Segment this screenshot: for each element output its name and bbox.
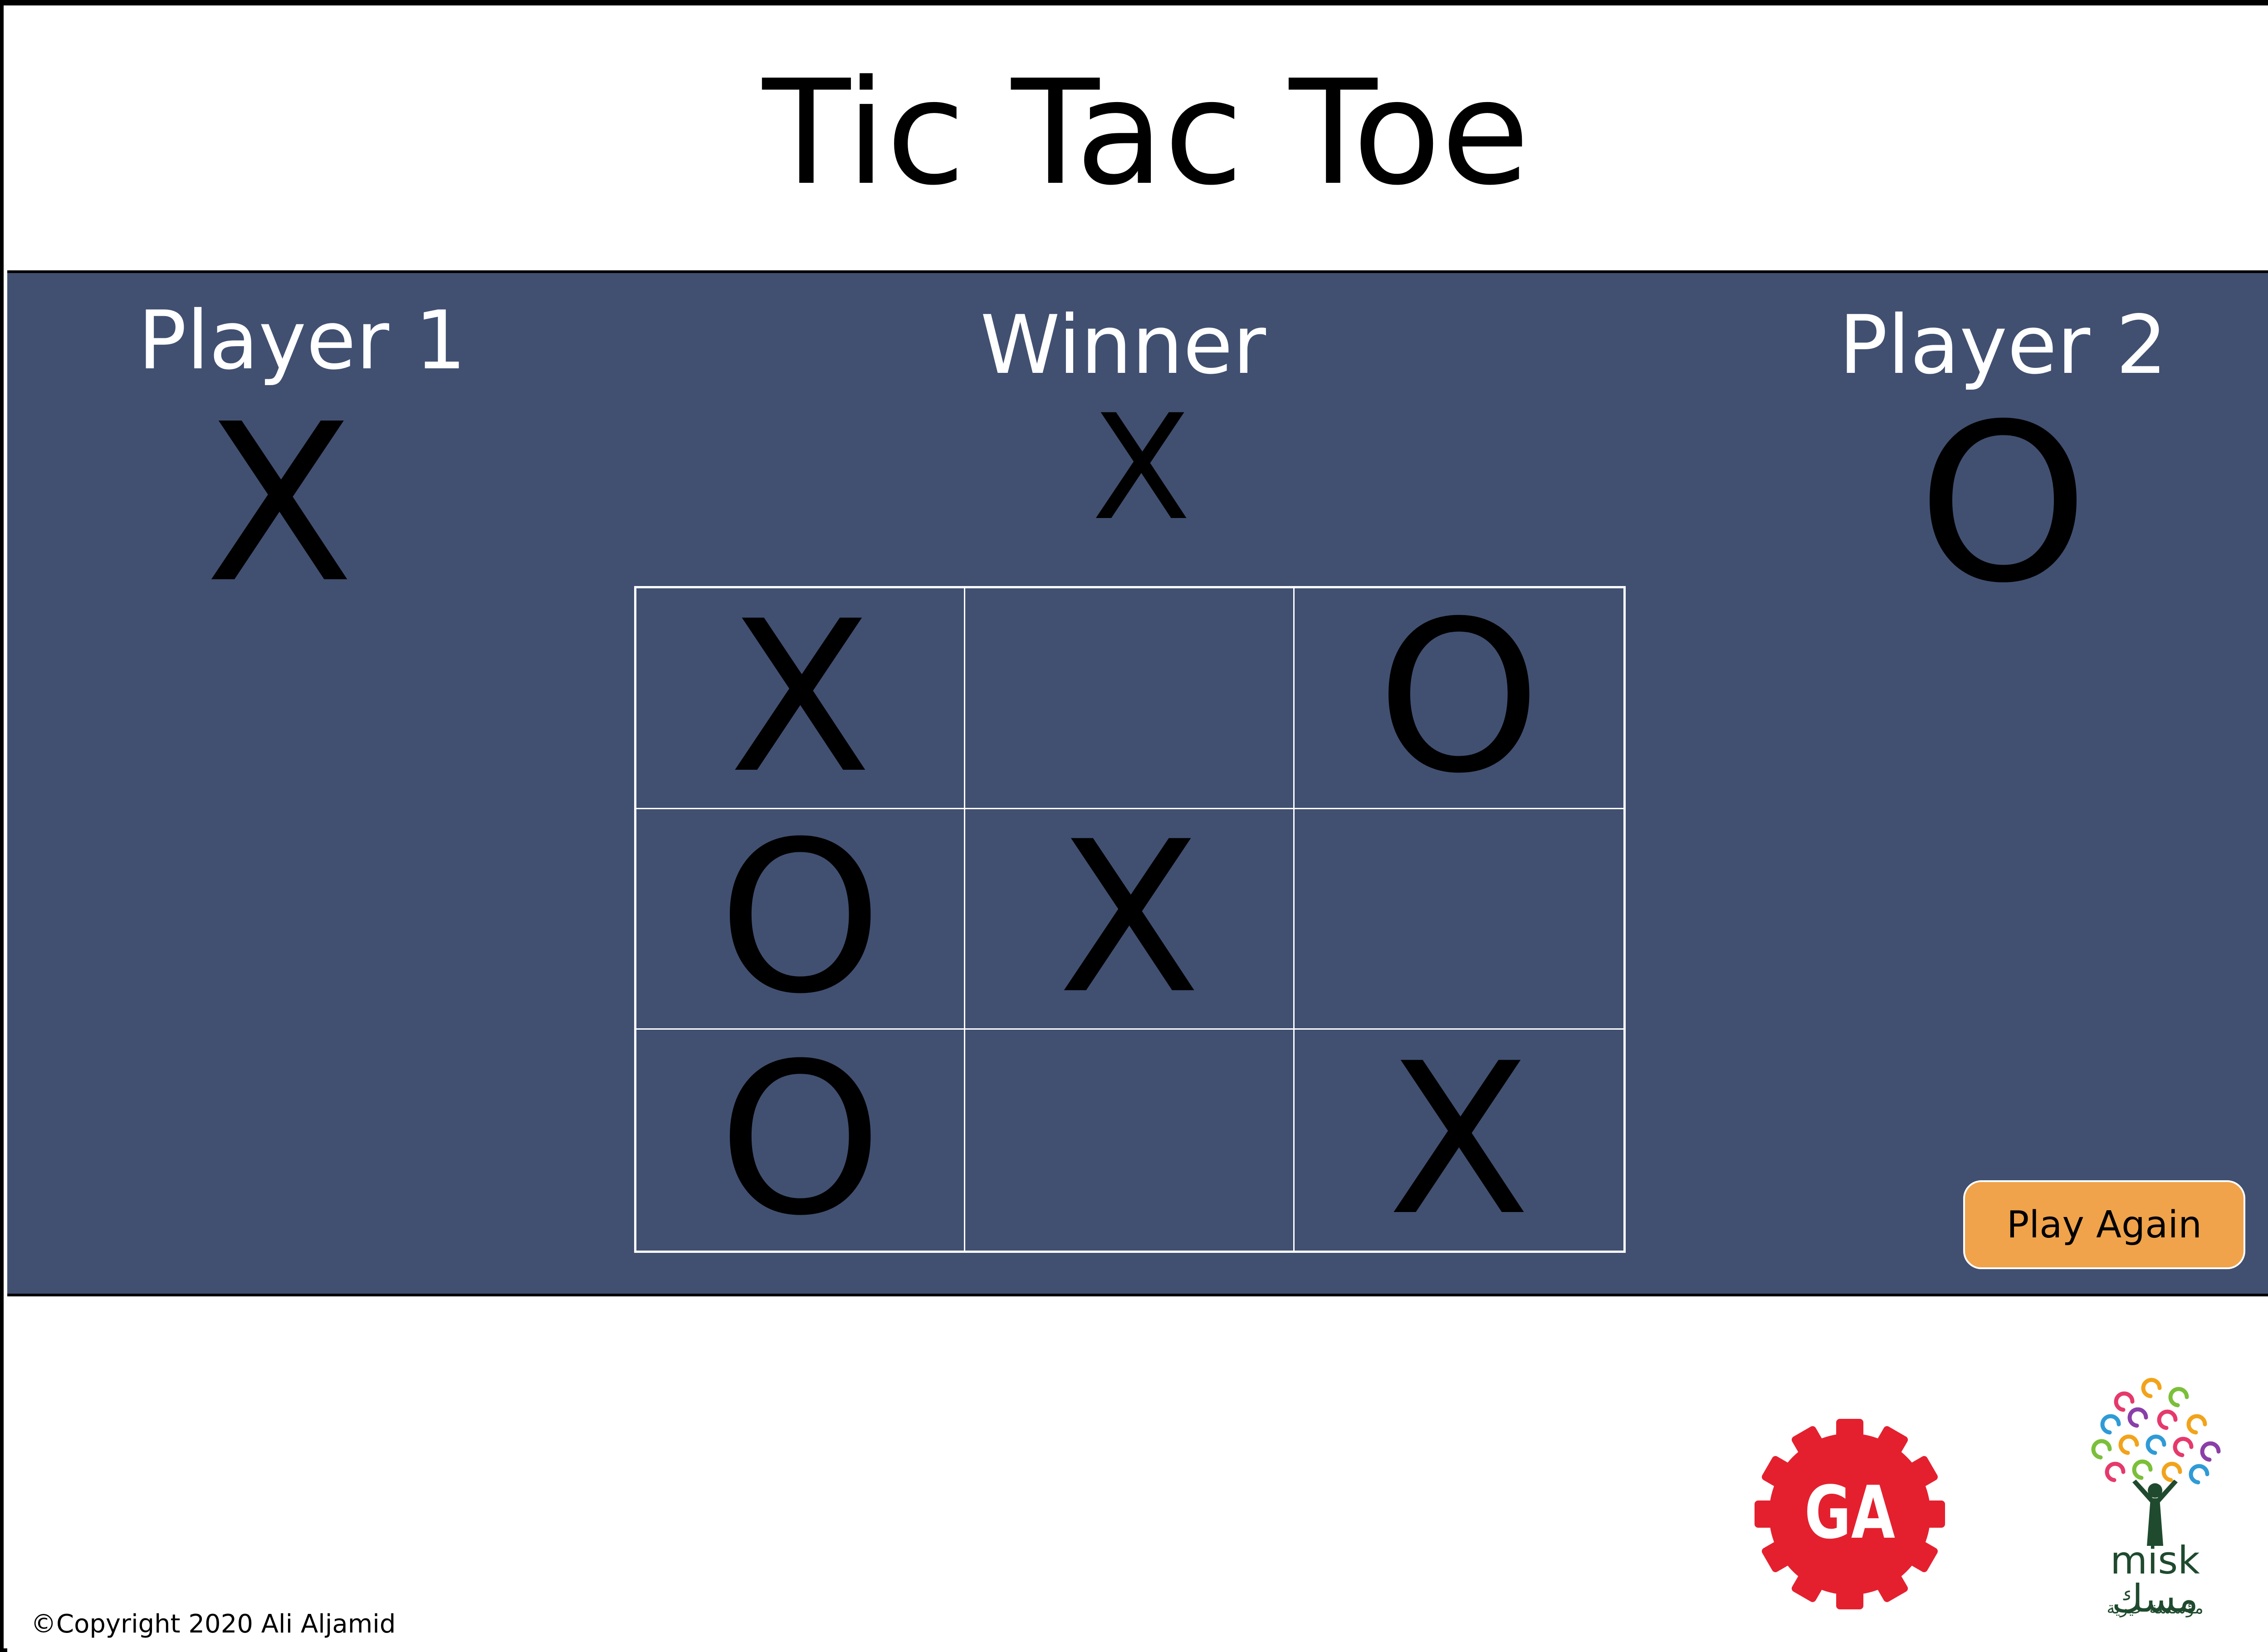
misk-logo: misk مسك مؤسسة خيرية [2064, 1373, 2246, 1628]
header: Tic Tac Toe [7, 11, 2268, 273]
board-cell-1-0[interactable]: O [636, 809, 966, 1030]
board-cell-2-2[interactable]: X [1295, 1030, 1623, 1251]
board-cell-2-0[interactable]: O [636, 1030, 966, 1251]
misk-logo-subtext: مؤسسة خيرية [2107, 1599, 2204, 1618]
board-cell-0-2[interactable]: O [1294, 588, 1623, 809]
misk-tree-icon [2091, 1378, 2221, 1546]
ga-logo-icon: GA [1755, 1419, 1945, 1609]
board-cell-0-1[interactable] [965, 588, 1295, 809]
footer: ©Copyright 2020 Ali Aljamid GA misk مسك … [7, 1294, 2268, 1652]
player2-mark: O [1917, 377, 2089, 631]
copyright-text: ©Copyright 2020 Ali Aljamid [31, 1609, 396, 1639]
winner-mark: X [1091, 384, 1191, 552]
board-cell-0-0[interactable]: X [636, 588, 966, 809]
winner-label: Winner [980, 298, 1266, 392]
player1-label: Player 1 [138, 293, 466, 387]
player2-label: Player 2 [1839, 298, 2167, 392]
window-frame: Tic Tac Toe Player 1 X Winner X Player 2… [0, 0, 2268, 1652]
ga-logo-text: GA [1804, 1470, 1895, 1555]
game-title: Tic Tac Toe [762, 49, 1530, 217]
board-area: Player 1 X Winner X Player 2 O X O O X O… [7, 273, 2268, 1294]
play-again-button[interactable]: Play Again [1963, 1180, 2245, 1269]
game-board: X O O X O X [634, 586, 1626, 1253]
player1-mark: X [205, 377, 354, 631]
board-cell-2-1[interactable] [965, 1030, 1295, 1251]
board-cell-1-1[interactable]: X [965, 809, 1295, 1030]
board-cell-1-2[interactable] [1294, 809, 1623, 1030]
